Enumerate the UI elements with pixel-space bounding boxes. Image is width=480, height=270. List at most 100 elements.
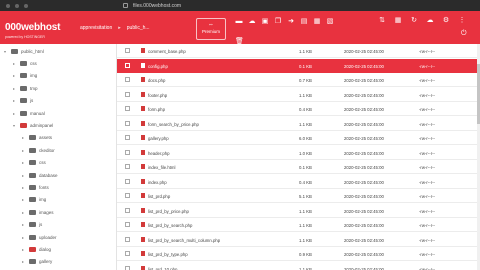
- move-icon[interactable]: ➜: [287, 18, 295, 25]
- file-permissions[interactable]: -rw-r--r--: [419, 64, 435, 69]
- tree-folder[interactable]: ▸ css: [22, 158, 46, 168]
- file-name[interactable]: config.php: [148, 64, 168, 69]
- file-row[interactable]: list_prd_10.php 1.1 KB 2020-02-25 02:45:00…: [117, 262, 480, 270]
- new-folder-icon[interactable]: ▬: [235, 18, 243, 25]
- chevron-right-icon[interactable]: ▸: [22, 247, 26, 252]
- breadcrumb-item[interactable]: public_h...: [127, 25, 150, 31]
- rename-icon[interactable]: ▤: [300, 18, 308, 25]
- chevron-right-icon[interactable]: ▸: [22, 235, 26, 240]
- more-menu-icon[interactable]: ⋮: [458, 17, 466, 25]
- chevron-right-icon[interactable]: ▸: [22, 222, 26, 227]
- file-permissions[interactable]: -rw-r--r--: [419, 107, 435, 112]
- refresh-icon[interactable]: ↻: [410, 17, 418, 25]
- row-checkbox[interactable]: [125, 251, 130, 256]
- file-row[interactable]: docs.php 0.7 KB 2020-02-25 02:45:00 -rw-r--…: [117, 73, 480, 87]
- row-checkbox[interactable]: [125, 164, 130, 169]
- settings-icon[interactable]: ⚙: [442, 17, 450, 25]
- file-permissions[interactable]: -rw-r--r--: [419, 122, 435, 127]
- file-permissions[interactable]: -rw-r--r--: [419, 78, 435, 83]
- row-checkbox[interactable]: [125, 91, 130, 97]
- file-name[interactable]: header.php: [148, 151, 170, 156]
- file-row[interactable]: index_file.html 0.1 KB 2020-02-25 02:45:00…: [117, 160, 480, 174]
- tree-folder[interactable]: ▸ gallery: [22, 257, 52, 267]
- chevron-right-icon[interactable]: ▸: [22, 173, 26, 178]
- chevron-right-icon[interactable]: ▸: [13, 73, 17, 78]
- file-permissions[interactable]: -rw-r--r--: [419, 49, 435, 54]
- extract-icon[interactable]: ▧: [326, 18, 334, 25]
- row-checkbox[interactable]: [125, 135, 130, 140]
- row-checkbox[interactable]: [125, 193, 130, 198]
- file-permissions[interactable]: -rw-r--r--: [419, 194, 435, 199]
- file-name[interactable]: list_prd_by_search_multi_column.php: [148, 238, 220, 243]
- file-row[interactable]: list_prd_by_type.php 0.9 KB 2020-02-25 02:…: [117, 247, 480, 261]
- row-checkbox[interactable]: [125, 178, 130, 184]
- file-name[interactable]: index_file.html: [148, 165, 175, 170]
- tree-folder[interactable]: ▸ dialog: [22, 244, 51, 254]
- file-name[interactable]: list_prd.php: [148, 194, 170, 199]
- row-checkbox[interactable]: [125, 222, 130, 227]
- file-row[interactable]: form_search_by_price.php 1.1 KB 2020-02-25…: [117, 117, 480, 131]
- chevron-down-icon[interactable]: ▾: [4, 49, 8, 54]
- file-name[interactable]: list_prd_by_search.php: [148, 223, 192, 228]
- tree-folder[interactable]: ▸ js: [13, 96, 33, 106]
- upload-icon[interactable]: ☁: [248, 18, 256, 25]
- file-permissions[interactable]: -rw-r--r--: [419, 93, 435, 98]
- chevron-right-icon[interactable]: ▸: [22, 160, 26, 165]
- tree-folder[interactable]: ▸ manual: [13, 108, 45, 118]
- chevron-right-icon[interactable]: ▸: [22, 197, 26, 202]
- logout-icon[interactable]: ⏻: [461, 30, 469, 38]
- view-grid-icon[interactable]: ▦: [394, 17, 402, 25]
- row-checkbox[interactable]: [125, 106, 130, 111]
- breadcrumb-item[interactable]: apprevisitation: [80, 25, 112, 31]
- chevron-right-icon[interactable]: ▸: [22, 135, 26, 140]
- file-name[interactable]: form_search_by_price.php: [148, 122, 199, 127]
- tree-folder[interactable]: ▸ images: [22, 207, 54, 217]
- file-row[interactable]: list_prd.php 5.1 KB 2020-02-25 02:45:00 -rw…: [117, 189, 480, 203]
- tree-folder[interactable]: ▸ js: [22, 220, 42, 230]
- chevron-right-icon[interactable]: ▸: [22, 148, 26, 153]
- tree-folder[interactable]: ▸ assets: [22, 133, 52, 143]
- file-name[interactable]: list_prd_10.php: [148, 267, 177, 270]
- premium-button[interactable]: ⇔ Premium: [196, 18, 226, 40]
- row-checkbox[interactable]: [125, 149, 130, 155]
- tree-folder[interactable]: ▾ adminpanel: [13, 120, 53, 130]
- tree-folder[interactable]: ▸ css: [13, 58, 37, 68]
- brand-logo[interactable]: 000webhost powered by HOSTINGER: [5, 17, 60, 39]
- row-checkbox[interactable]: [125, 48, 130, 53]
- file-row[interactable]: footer.php 1.1 KB 2020-02-25 02:45:00 -rw-r…: [117, 88, 480, 102]
- file-name[interactable]: list_prd_by_price.php: [148, 209, 189, 214]
- file-permissions[interactable]: -rw-r--r--: [419, 136, 435, 141]
- tree-folder[interactable]: ▸ ckeditor: [22, 145, 55, 155]
- tree-folder[interactable]: ▸ uploader: [22, 232, 57, 242]
- cloud-icon[interactable]: ☁: [426, 17, 434, 25]
- tree-folder[interactable]: ▸ img: [22, 195, 46, 205]
- row-checkbox[interactable]: [125, 62, 130, 68]
- chevron-right-icon[interactable]: ▸: [22, 259, 26, 264]
- file-name[interactable]: form.php: [148, 107, 165, 112]
- file-name[interactable]: index.php: [148, 180, 167, 185]
- chevron-right-icon[interactable]: ▸: [22, 185, 26, 190]
- file-permissions[interactable]: -rw-r--r--: [419, 223, 435, 228]
- file-row[interactable]: list_prd_by_search.php 1.1 KB 2020-02-25 0…: [117, 218, 480, 232]
- chevron-right-icon[interactable]: ▸: [22, 210, 26, 215]
- chevron-right-icon[interactable]: ▸: [13, 61, 17, 66]
- row-checkbox[interactable]: [125, 207, 130, 213]
- tree-folder[interactable]: ▸ tmp: [13, 83, 38, 93]
- file-row[interactable]: gallery.php 6.0 KB 2020-02-25 02:45:00 -rw-…: [117, 131, 480, 145]
- file-permissions[interactable]: -rw-r--r--: [419, 238, 435, 243]
- file-row[interactable]: form.php 0.4 KB 2020-02-25 02:45:00 -rw-r--…: [117, 102, 480, 116]
- chevron-right-icon[interactable]: ▸: [13, 111, 17, 116]
- tree-folder[interactable]: ▸ img: [13, 71, 37, 81]
- file-row[interactable]: header.php 1.0 KB 2020-02-25 02:45:00 -rw-r…: [117, 146, 480, 160]
- file-permissions[interactable]: -rw-r--r--: [419, 209, 435, 214]
- file-name[interactable]: docs.php: [148, 78, 165, 83]
- file-name[interactable]: list_prd_by_type.php: [148, 252, 188, 257]
- file-name[interactable]: footer.php: [148, 93, 167, 98]
- file-name[interactable]: gallery.php: [148, 136, 169, 141]
- file-permissions[interactable]: -rw-r--r--: [419, 151, 435, 156]
- tree-folder[interactable]: ▸ database: [22, 170, 58, 180]
- file-permissions[interactable]: -rw-r--r--: [419, 180, 435, 185]
- chevron-right-icon[interactable]: ▸: [13, 86, 17, 91]
- browser-url-bar[interactable]: files.000webhost.com: [0, 0, 480, 11]
- row-checkbox[interactable]: [125, 77, 130, 82]
